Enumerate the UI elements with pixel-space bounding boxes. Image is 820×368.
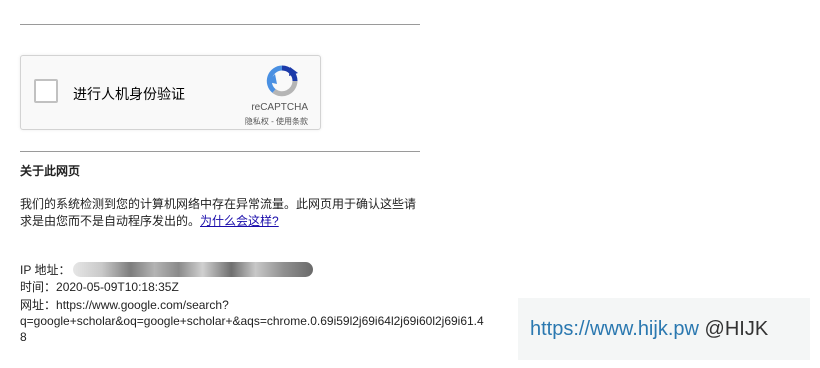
why-link[interactable]: 为什么会这样?: [200, 214, 279, 228]
terms-separator: -: [268, 117, 276, 126]
ip-row: IP 地址：: [20, 262, 70, 278]
url-continuation: q=google+scholar&oq=google+scholar+&aqs=…: [20, 314, 484, 328]
ip-address-redacted: [73, 262, 313, 277]
watermark-url: https://www.hijk.pw: [530, 318, 699, 340]
privacy-link[interactable]: 隐私权: [245, 117, 269, 126]
url-row: 网址：https://www.google.com/search?: [20, 297, 229, 313]
recaptcha-widget: 进行人机身份验证 reCAPTCHA 隐私权 - 使用条款: [20, 55, 321, 130]
captcha-checkbox[interactable]: [34, 79, 58, 103]
captcha-label: 进行人机身份验证: [73, 86, 185, 102]
about-paragraph: 我们的系统检测到您的计算机网络中存在异常流量。此网页用于确认这些请求是由您而不是…: [20, 196, 420, 230]
url-label: 网址：: [20, 298, 57, 312]
url-tail: 8: [20, 330, 27, 344]
section-divider: [20, 151, 420, 152]
url-value: https://www.google.com/search?: [56, 298, 229, 312]
time-label: 时间：: [20, 280, 57, 294]
top-divider: [20, 24, 420, 25]
terms-link[interactable]: 使用条款: [276, 117, 308, 126]
time-row: 时间：2020-05-09T10:18:35Z: [20, 279, 179, 295]
time-value: 2020-05-09T10:18:35Z: [56, 280, 179, 294]
ip-label: IP 地址：: [20, 263, 71, 277]
recaptcha-logo-icon: [266, 65, 298, 97]
about-heading: 关于此网页: [20, 164, 81, 178]
watermark-handle: @HIJK: [704, 318, 769, 340]
recaptcha-brand: reCAPTCHA: [251, 102, 308, 113]
watermark: https://www.hijk.pw @HIJK: [518, 298, 810, 360]
captcha-terms: 隐私权 - 使用条款: [245, 116, 308, 127]
